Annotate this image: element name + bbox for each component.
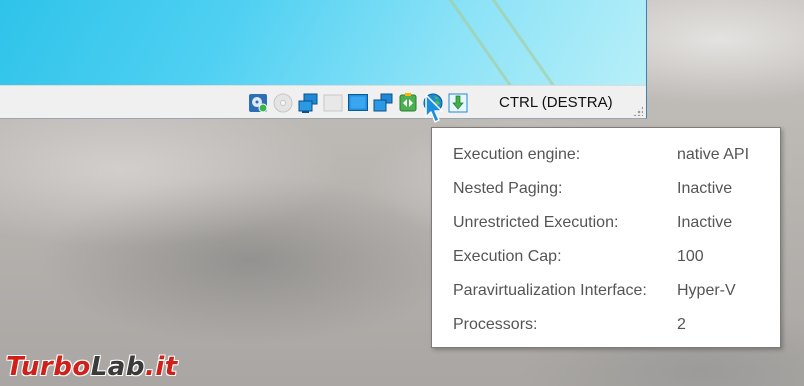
tooltip-label: Paravirtualization Interface: <box>453 282 647 299</box>
video-capture-icon[interactable] <box>371 91 394 114</box>
tooltip-value: 2 <box>677 316 686 333</box>
vm-window: CTRL (DESTRA) <box>0 0 647 119</box>
tooltip-value: Inactive <box>677 214 733 231</box>
tooltip-label: Execution Cap: <box>453 248 562 265</box>
tooltip-value: Inactive <box>677 180 733 197</box>
turbolab-watermark: TurboLab.it <box>6 352 178 382</box>
tooltip-label: Unrestricted Execution: <box>453 214 619 231</box>
cpu-info-tooltip: Execution engine: native API Nested Pagi… <box>431 127 781 348</box>
tooltip-label: Processors: <box>453 316 538 333</box>
tooltip-label: Execution engine: <box>453 146 581 163</box>
status-bar: CTRL (DESTRA) <box>0 85 646 118</box>
network-icon[interactable] <box>296 91 319 114</box>
tooltip-value: native API <box>677 146 750 163</box>
hard-disk-icon[interactable] <box>246 91 269 114</box>
mouse-cursor-icon <box>425 94 443 123</box>
tooltip-label: Nested Paging: <box>453 180 563 197</box>
tooltip-value: Hyper-V <box>677 282 736 299</box>
optical-drive-icon[interactable] <box>271 91 294 114</box>
shared-folders-icon[interactable] <box>321 91 344 114</box>
guest-screen[interactable] <box>0 0 646 85</box>
cpu-virtualization-icon[interactable] <box>396 91 419 114</box>
display-icon[interactable] <box>346 91 369 114</box>
resize-grip[interactable] <box>633 106 643 116</box>
host-key-label[interactable]: CTRL (DESTRA) <box>499 94 613 111</box>
tooltip-value: 100 <box>677 248 704 265</box>
keyboard-capture-icon[interactable] <box>446 91 469 114</box>
